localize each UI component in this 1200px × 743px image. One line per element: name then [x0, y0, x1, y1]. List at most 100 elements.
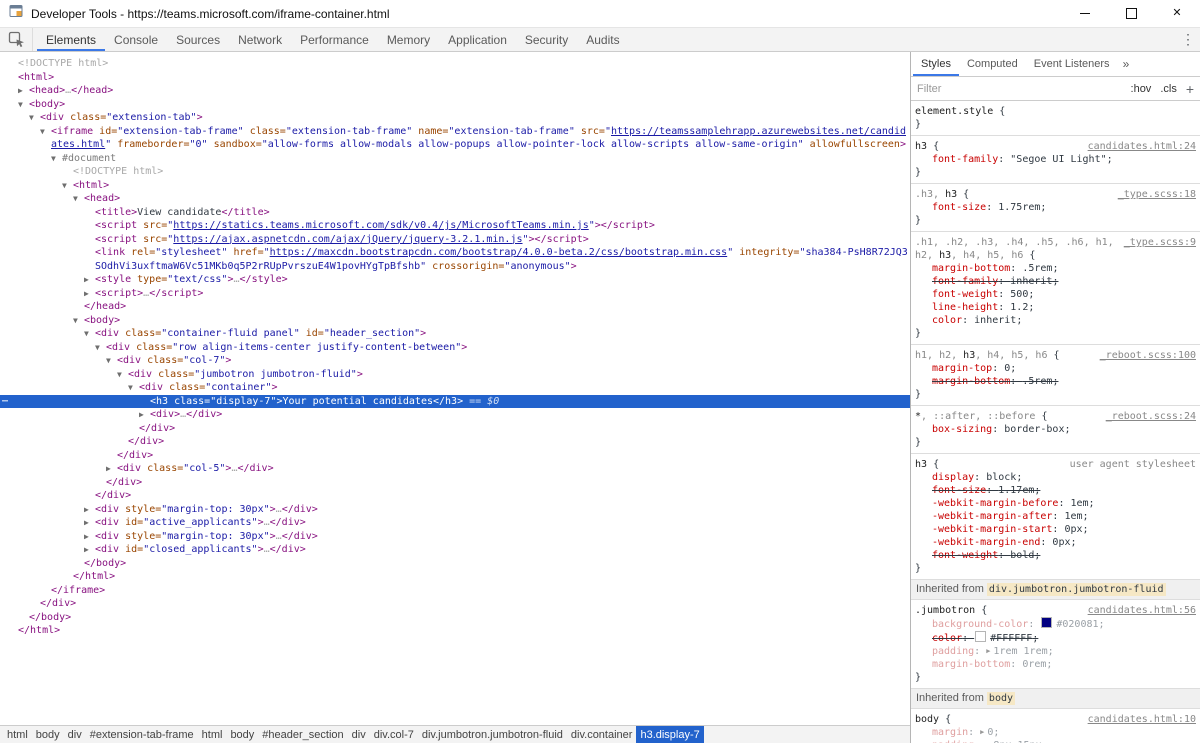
dom-node-line[interactable]: ▶<style type="text/css">…</style> — [0, 273, 910, 287]
dom-node-line[interactable]: </html> — [0, 624, 910, 638]
tab-sources[interactable]: Sources — [167, 28, 229, 51]
css-property-value[interactable]: 0px — [1064, 524, 1082, 535]
collapse-arrow-icon[interactable]: ▼ — [18, 101, 23, 109]
stylesheet-source-link[interactable]: _type.scss:9 — [1124, 236, 1196, 249]
css-selector[interactable]: h3 — [963, 350, 975, 361]
css-declaration[interactable]: margin-bottom: 0rem; — [915, 658, 1196, 671]
breadcrumb-item-selected[interactable]: h3.display-7 — [636, 726, 703, 743]
css-declaration[interactable]: font-family: "Segoe UI Light"; — [915, 153, 1196, 166]
breadcrumb-item[interactable]: div.jumbotron.jumbotron-fluid — [418, 726, 567, 743]
css-property-value[interactable]: 1.2 — [1010, 302, 1028, 313]
dom-node-line[interactable]: ▶<div class="col-5">…</div> — [0, 462, 910, 476]
css-selector[interactable]: .jumbotron — [915, 605, 975, 616]
toggle-element-state-button[interactable]: :hov — [1131, 83, 1152, 95]
dom-node-line[interactable]: ▼<div class="jumbotron jumbotron-fluid"> — [0, 368, 910, 382]
breadcrumb-item[interactable]: div.container — [567, 726, 637, 743]
collapse-arrow-icon[interactable]: ▼ — [73, 317, 78, 325]
expand-shorthand-icon[interactable]: ▶ — [980, 728, 984, 736]
stylesheet-source-link[interactable]: candidates.html:56 — [1088, 604, 1196, 617]
dom-node-line[interactable]: ▼<iframe id="extension-tab-frame" class=… — [0, 125, 910, 152]
css-property-name[interactable]: margin — [932, 727, 968, 738]
tab-audits[interactable]: Audits — [577, 28, 628, 51]
dom-node-line[interactable]: </div> — [0, 422, 910, 436]
css-property-name[interactable]: font-family — [932, 276, 998, 287]
breadcrumb-item[interactable]: html — [3, 726, 32, 743]
dom-node-line[interactable]: </div> — [0, 476, 910, 490]
css-property-value[interactable]: 1rem 1rem — [993, 646, 1047, 657]
collapse-arrow-icon[interactable]: ▼ — [84, 330, 89, 338]
expand-arrow-icon[interactable]: ▶ — [106, 465, 111, 473]
css-property-name[interactable]: -webkit-margin-after — [932, 511, 1052, 522]
dom-node-line[interactable]: <script src="https://statics.teams.micro… — [0, 219, 910, 233]
expand-arrow-icon[interactable]: ▶ — [84, 290, 89, 298]
tab-console[interactable]: Console — [105, 28, 167, 51]
css-selector[interactable]: element.style — [915, 106, 993, 117]
styles-tab-event-listeners[interactable]: Event Listeners — [1026, 52, 1118, 76]
collapse-arrow-icon[interactable]: ▼ — [29, 114, 34, 122]
color-swatch-icon[interactable] — [975, 631, 986, 642]
dom-node-line[interactable]: </div> — [0, 435, 910, 449]
breadcrumb-item[interactable]: div.col-7 — [370, 726, 418, 743]
css-property-value[interactable]: #020081 — [1056, 619, 1098, 630]
css-declaration[interactable]: font-weight: 500; — [915, 288, 1196, 301]
css-property-value[interactable]: 1.75rem — [998, 202, 1040, 213]
tab-elements[interactable]: Elements — [37, 28, 105, 51]
tab-performance[interactable]: Performance — [291, 28, 378, 51]
css-property-name[interactable]: background-color — [932, 619, 1028, 630]
dom-node-line[interactable]: ▼<html> — [0, 179, 910, 193]
dom-node-line[interactable]: ▶<div>…</div> — [0, 408, 910, 422]
close-button[interactable]: ✕ — [1154, 0, 1200, 27]
expand-shorthand-icon[interactable]: ▶ — [986, 647, 990, 655]
css-property-value[interactable]: inherit — [1010, 276, 1052, 287]
dom-node-line[interactable]: </head> — [0, 300, 910, 314]
new-style-rule-button[interactable]: + — [1186, 82, 1194, 96]
css-declaration[interactable]: -webkit-margin-start: 0px; — [915, 523, 1196, 536]
expand-arrow-icon[interactable]: ▶ — [139, 411, 144, 419]
dom-node-line[interactable]: <html> — [0, 71, 910, 85]
css-property-name[interactable]: font-weight — [932, 289, 998, 300]
css-property-value[interactable]: "Segoe UI Light" — [1010, 154, 1106, 165]
css-declaration[interactable]: color: #FFFFFF; — [915, 631, 1196, 645]
collapse-arrow-icon[interactable]: ▼ — [51, 155, 56, 163]
css-selector[interactable]: , h4, h5, h6 — [951, 250, 1023, 261]
stylesheet-source-link[interactable]: candidates.html:24 — [1088, 140, 1196, 153]
color-swatch-icon[interactable] — [1041, 617, 1052, 628]
css-property-name[interactable]: color — [932, 633, 962, 644]
dom-node-line[interactable]: ▼<head> — [0, 192, 910, 206]
css-property-name[interactable]: font-size — [932, 485, 986, 496]
dom-node-line[interactable]: ▼<body> — [0, 98, 910, 112]
css-declaration[interactable]: font-size: 1.75rem; — [915, 201, 1196, 214]
dom-node-line[interactable]: <!DOCTYPE html> — [0, 165, 910, 179]
more-tabs-button[interactable]: » — [1118, 52, 1135, 76]
collapse-arrow-icon[interactable]: ▼ — [106, 357, 111, 365]
css-property-value[interactable]: #FFFFFF — [990, 633, 1032, 644]
dom-node-line[interactable]: ▶<div id="closed_applicants">…</div> — [0, 543, 910, 557]
collapse-arrow-icon[interactable]: ▼ — [62, 182, 67, 190]
dom-node-line[interactable]: ▼<div class="container"> — [0, 381, 910, 395]
css-property-value[interactable]: inherit — [974, 315, 1016, 326]
dom-node-line[interactable]: ▶<div id="active_applicants">…</div> — [0, 516, 910, 530]
css-property-name[interactable]: box-sizing — [932, 424, 992, 435]
styles-filter-input[interactable]: Filter — [917, 83, 1122, 95]
css-declaration[interactable]: margin: ▶0; — [915, 726, 1196, 739]
css-declaration[interactable]: -webkit-margin-after: 1em; — [915, 510, 1196, 523]
css-declaration[interactable]: -webkit-margin-before: 1em; — [915, 497, 1196, 510]
node-options-icon[interactable]: ⋯ — [2, 395, 8, 409]
css-property-value[interactable]: .5rem — [1022, 376, 1052, 387]
dom-node-line[interactable]: ▶<div style="margin-top: 30px">…</div> — [0, 530, 910, 544]
dom-node-line[interactable]: <title>View candidate</title> — [0, 206, 910, 220]
resource-link[interactable]: https://ajax.aspnetcdn.com/ajax/jQuery/j… — [173, 234, 522, 245]
resource-link[interactable]: https://maxcdn.bootstrapcdn.com/bootstra… — [270, 247, 728, 258]
css-selector[interactable]: h3 — [939, 250, 951, 261]
styles-tab-computed[interactable]: Computed — [959, 52, 1026, 76]
css-declaration[interactable]: margin-bottom: .5rem; — [915, 262, 1196, 275]
tab-security[interactable]: Security — [516, 28, 577, 51]
dom-node-line[interactable]: ▼<div class="extension-tab"> — [0, 111, 910, 125]
expand-arrow-icon[interactable]: ▶ — [84, 506, 89, 514]
collapse-arrow-icon[interactable]: ▼ — [95, 344, 100, 352]
css-property-name[interactable]: margin-bottom — [932, 659, 1010, 670]
inspect-element-button[interactable] — [0, 28, 33, 51]
expand-arrow-icon[interactable]: ▶ — [18, 87, 23, 95]
css-property-name[interactable]: padding — [932, 646, 974, 657]
expand-arrow-icon[interactable]: ▶ — [84, 519, 89, 527]
